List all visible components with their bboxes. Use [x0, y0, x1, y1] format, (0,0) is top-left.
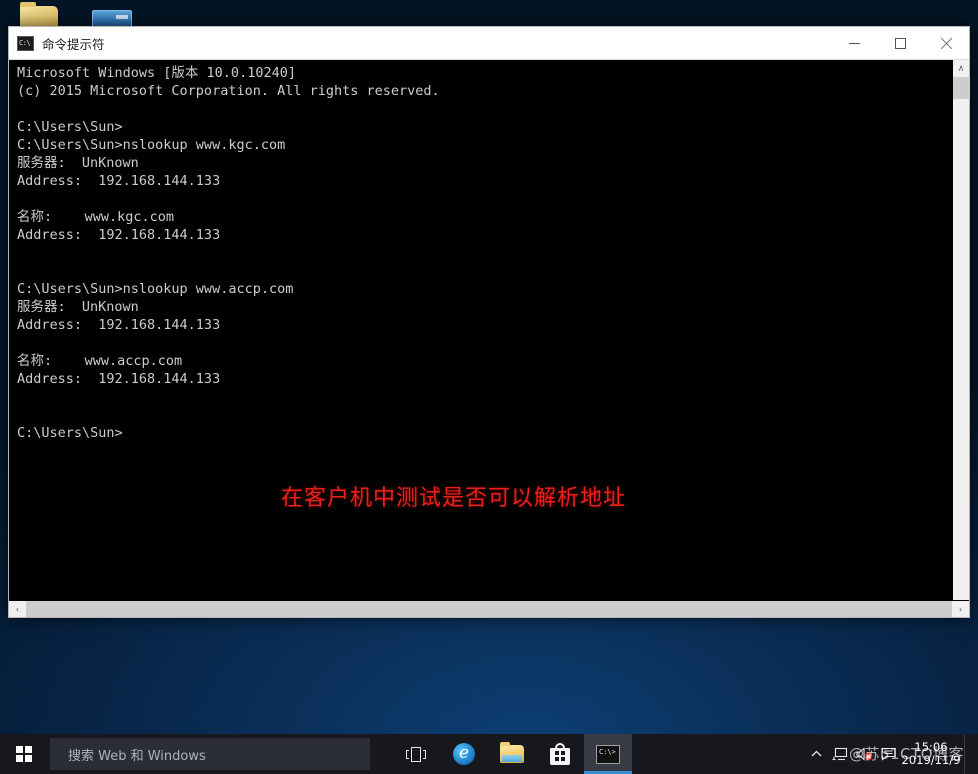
network-icon [832, 747, 848, 761]
system-tray: 15:06 2019/11/9 @苏51CTO博客 [804, 734, 978, 774]
horizontal-scroll-thumb[interactable] [26, 601, 952, 617]
scroll-up-button[interactable]: ∧ [953, 60, 969, 77]
taskbar-items [392, 734, 632, 774]
vertical-scroll-track[interactable] [953, 77, 969, 600]
console-output: Microsoft Windows [版本 10.0.10240] (c) 20… [17, 65, 440, 441]
folder-icon [500, 742, 524, 763]
titlebar-left: 命令提示符 [9, 34, 105, 53]
vertical-scrollbar[interactable]: ∧ [952, 60, 970, 600]
search-input[interactable]: 搜索 Web 和 Windows [50, 738, 370, 770]
store-icon [550, 743, 570, 765]
command-prompt-button[interactable] [584, 734, 632, 774]
edge-icon [453, 743, 475, 765]
store-button[interactable] [536, 734, 584, 774]
taskview-icon [406, 746, 426, 762]
cmd-icon [596, 744, 620, 764]
close-icon [940, 37, 952, 49]
maximize-button[interactable] [877, 27, 923, 59]
window-title: 命令提示符 [42, 36, 105, 52]
volume-muted-icon [855, 747, 872, 761]
windows-logo-icon [15, 745, 33, 763]
console-screen[interactable]: Microsoft Windows [版本 10.0.10240] (c) 20… [9, 60, 952, 600]
network-button[interactable] [828, 734, 852, 774]
start-button[interactable] [0, 734, 48, 774]
horizontal-scrollbar[interactable]: ‹ › [9, 600, 969, 617]
action-center-button[interactable] [876, 734, 900, 774]
volume-button[interactable] [852, 734, 876, 774]
file-explorer-button[interactable] [488, 734, 536, 774]
scroll-left-button[interactable]: ‹ [9, 601, 26, 617]
show-desktop-button[interactable] [964, 734, 972, 774]
clock[interactable]: 15:06 2019/11/9 [900, 741, 964, 767]
command-prompt-window[interactable]: 命令提示符 Microsoft Windows [版本 [8, 26, 970, 618]
cmd-icon [17, 35, 34, 51]
window-titlebar[interactable]: 命令提示符 [9, 27, 969, 59]
vertical-scroll-thumb[interactable] [953, 77, 970, 99]
search-placeholder: 搜索 Web 和 Windows [68, 748, 206, 764]
chevron-up-icon [811, 750, 821, 756]
console-area: Microsoft Windows [版本 10.0.10240] (c) 20… [9, 59, 970, 600]
annotation-text: 在客户机中测试是否可以解析地址 [281, 486, 627, 511]
edge-button[interactable] [440, 734, 488, 774]
close-button[interactable] [923, 27, 969, 59]
taskbar: 搜索 Web 和 Windows e C:\> 15:06 2019/11/9 … [0, 734, 978, 774]
clock-date: 2019/11/9 [901, 753, 961, 767]
desktop-icons [0, 0, 978, 32]
maximize-icon [894, 37, 906, 49]
minimize-icon [848, 42, 860, 44]
action-center-icon [880, 747, 896, 761]
taskview-button[interactable] [392, 734, 440, 774]
show-hidden-icons-button[interactable] [804, 734, 828, 774]
scroll-right-button[interactable]: › [952, 601, 969, 617]
window-controls [831, 27, 969, 59]
minimize-button[interactable] [831, 27, 877, 59]
